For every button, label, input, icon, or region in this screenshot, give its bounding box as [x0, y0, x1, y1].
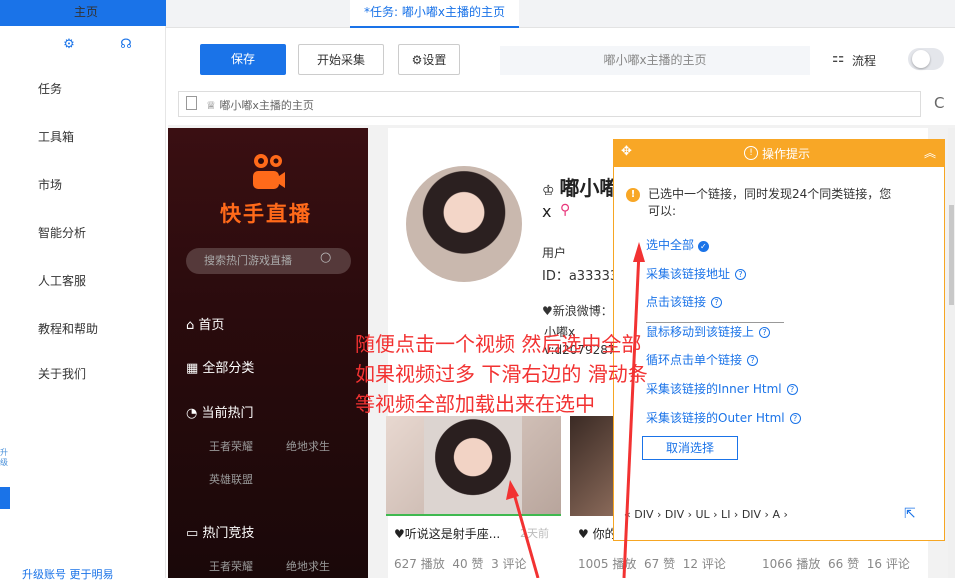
annotation-arrows: [506, 242, 645, 578]
